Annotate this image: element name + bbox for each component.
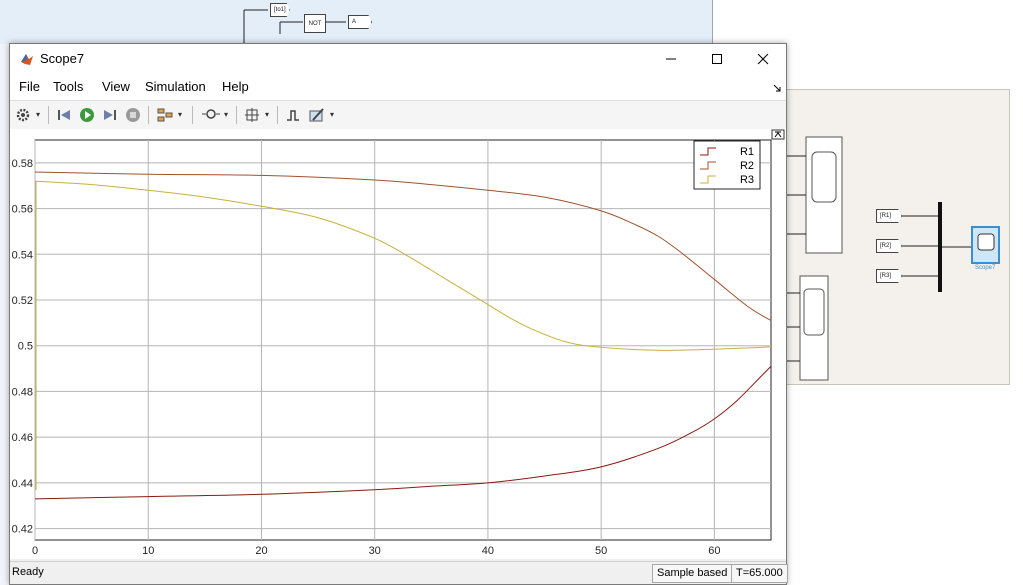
from-tag-r1[interactable]: [R1] (876, 209, 902, 223)
from-tag-r2[interactable]: [R2] (876, 239, 902, 253)
status-bar: Ready Sample based T=65.000 (10, 561, 788, 584)
run-button[interactable] (78, 106, 96, 124)
autoscale-button[interactable] (243, 106, 261, 124)
scope-window: Scope7 File Tools View Simulation Help ▾ (9, 43, 788, 585)
legend-label-r3: R3 (740, 174, 754, 186)
legend-label-r1: R1 (740, 146, 754, 158)
plot-frame (34, 139, 772, 541)
simulation-time: T=65.000 (731, 564, 788, 583)
maximize-icon (712, 54, 722, 64)
style-dropdown-icon[interactable]: ▾ (330, 110, 334, 119)
zoom-icon (202, 109, 220, 119)
highlight-icon (157, 108, 173, 122)
y-tick-label: 0.44 (12, 478, 33, 490)
toolbar-separator (277, 106, 278, 124)
title-bar[interactable]: Scope7 (10, 44, 786, 74)
menu-help[interactable]: Help (222, 79, 249, 94)
zoom-button[interactable] (200, 106, 222, 124)
legend-label-r2: R2 (740, 160, 754, 172)
maximize-button[interactable] (694, 44, 740, 74)
toolbar-separator (192, 106, 193, 124)
model-wires-right (786, 136, 1000, 381)
x-tick-label: 60 (708, 545, 720, 557)
menu-bar: File Tools View Simulation Help (10, 74, 786, 100)
toolbar-separator (148, 106, 149, 124)
menu-file[interactable]: File (19, 79, 40, 94)
scope7-block-label: Scope7 (975, 265, 996, 271)
from-tag-r3[interactable]: [R3] (876, 269, 902, 283)
gear-icon (16, 108, 30, 122)
zoom-dropdown-icon[interactable]: ▾ (224, 110, 228, 119)
y-tick-label: 0.46 (12, 432, 33, 444)
status-ready: Ready (12, 566, 44, 578)
not-block[interactable]: NOT (304, 14, 326, 33)
y-tick-label: 0.58 (12, 158, 33, 170)
x-tick-label: 20 (255, 545, 267, 557)
x-tick-label: 10 (142, 545, 154, 557)
settings-dropdown-icon[interactable]: ▾ (36, 110, 40, 119)
run-icon (80, 108, 94, 122)
goto-tag-to1[interactable]: [to1] (270, 3, 290, 17)
y-tick-label: 0.42 (12, 524, 33, 536)
triggers-icon (287, 110, 299, 121)
menu-tools[interactable]: Tools (53, 79, 83, 94)
goto-tag-a[interactable]: A (348, 15, 372, 29)
stop-icon (126, 108, 140, 122)
autoscale-dropdown-icon[interactable]: ▾ (265, 110, 269, 119)
menu-simulation[interactable]: Simulation (145, 79, 206, 94)
sample-mode-indicator: Sample based (652, 564, 733, 583)
y-tick-label: 0.52 (12, 295, 33, 307)
triggers-button[interactable] (284, 106, 302, 124)
style-button[interactable] (308, 106, 326, 124)
x-tick-label: 50 (595, 545, 607, 557)
x-tick-label: 0 (32, 545, 38, 557)
y-tick-label: 0.56 (12, 204, 33, 216)
highlight-dropdown-icon[interactable]: ▾ (178, 110, 182, 119)
close-icon (757, 53, 769, 65)
scope-chart[interactable]: 0 10 20 30 40 50 60 0.42 0.44 0.46 0.48 0.5 0.52 0.54… (10, 129, 786, 559)
toolbar-separator (236, 106, 237, 124)
dock-arrow-icon[interactable] (773, 84, 782, 93)
minimize-icon (666, 58, 676, 60)
window-title: Scope7 (40, 51, 85, 66)
highlight-button[interactable] (156, 106, 174, 124)
settings-button[interactable] (14, 106, 32, 124)
plot-area: 0 10 20 30 40 50 60 0.42 0.44 0.46 0.48 0.5 0.52 0.54… (10, 129, 786, 559)
step-back-icon (58, 110, 70, 120)
style-icon (309, 108, 324, 122)
close-button[interactable] (740, 44, 786, 74)
x-tick-label: 40 (482, 545, 494, 557)
step-forward-button[interactable] (101, 106, 119, 124)
toolbar-separator (48, 106, 49, 124)
undock-axes-button[interactable] (771, 129, 785, 140)
menu-view[interactable]: View (102, 79, 130, 94)
y-tick-label: 0.54 (12, 249, 33, 261)
step-back-button[interactable] (55, 106, 73, 124)
y-tick-label: 0.48 (12, 386, 33, 398)
x-tick-label: 30 (369, 545, 381, 557)
step-forward-icon (104, 110, 116, 120)
toolbar: ▾ ▾ ▾ ▾ ▾ (10, 100, 786, 130)
matlab-logo-icon (21, 54, 33, 65)
y-tick-label: 0.5 (18, 341, 33, 353)
minimize-button[interactable] (648, 44, 694, 74)
autoscale-icon (245, 108, 259, 122)
stop-button[interactable] (124, 106, 142, 124)
